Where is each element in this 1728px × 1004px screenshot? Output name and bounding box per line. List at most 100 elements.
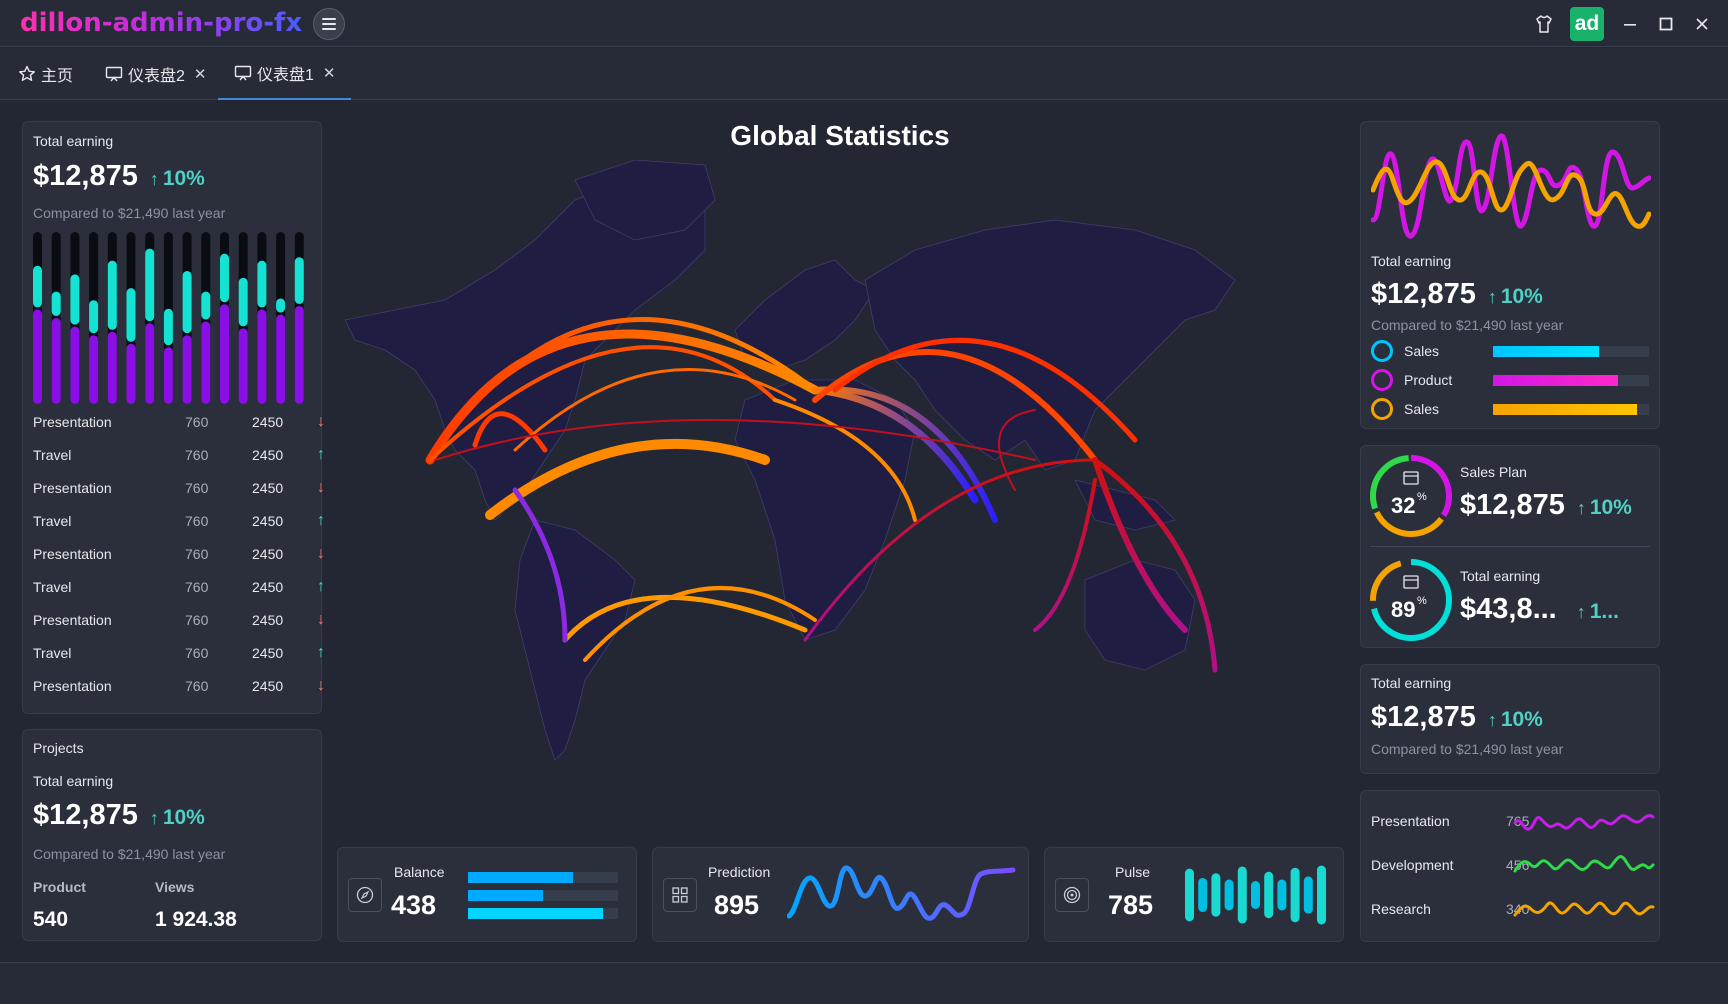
bar-lower bbox=[220, 304, 229, 404]
bar-upper bbox=[89, 300, 99, 334]
sales-plan-card: 32 % Sales Plan $12,875 ↑ 10% 89 % Total… bbox=[1360, 445, 1660, 648]
product-label: Product bbox=[33, 879, 86, 895]
list-item: Travel 760 2450 ↑ bbox=[33, 438, 325, 471]
tab-dashboard2[interactable]: 仪表盘2 ✕ bbox=[105, 48, 206, 100]
list-item: Presentation 760 2450 ↓ bbox=[33, 471, 325, 504]
arrow-down-icon: ↓ bbox=[317, 676, 325, 694]
tab-close-icon[interactable]: ✕ bbox=[323, 64, 336, 82]
item-name: Presentation bbox=[33, 545, 112, 562]
shirt-icon bbox=[1536, 14, 1552, 33]
star-icon bbox=[18, 65, 36, 83]
card-title: Total earning bbox=[33, 133, 114, 149]
compare-text: Compared to $21,490 last year bbox=[33, 846, 226, 862]
item-value-b: 2450 bbox=[252, 644, 284, 661]
item-value-a: 760 bbox=[185, 413, 209, 430]
item-value-b: 2450 bbox=[252, 446, 284, 463]
item-name: Travel bbox=[33, 446, 72, 463]
earning-card-left: Total earning $12,875 ↑ 10% Compared to … bbox=[22, 121, 325, 714]
list-item: Presentation 760 2450 ↓ bbox=[33, 537, 325, 570]
avatar[interactable]: ad bbox=[1570, 6, 1604, 41]
compare-text: Compared to $21,490 last year bbox=[1371, 317, 1564, 333]
bar-upper bbox=[294, 257, 304, 304]
bar-lower bbox=[294, 305, 304, 404]
bar-upper bbox=[33, 265, 42, 308]
minimize-button[interactable] bbox=[1612, 0, 1648, 47]
earning-card-right-top: Total earning $12,875 ↑ 10% Compared to … bbox=[1360, 121, 1660, 429]
bar-upper bbox=[70, 274, 80, 325]
arrow-up-icon: ↑ bbox=[317, 643, 325, 661]
prediction-card: Prediction 895 bbox=[652, 847, 1029, 942]
ring-value: 32 bbox=[1391, 493, 1416, 518]
stat-label: Pulse bbox=[1115, 864, 1151, 880]
compare-text: Compared to $21,490 last year bbox=[1371, 741, 1564, 757]
item-name: Presentation bbox=[33, 611, 112, 628]
legend-label: Product bbox=[1404, 372, 1453, 388]
monitor-icon bbox=[234, 64, 252, 82]
activity-label: Development bbox=[1371, 857, 1454, 873]
pulse-bar bbox=[1317, 865, 1326, 925]
ring-value: 89 bbox=[1391, 597, 1416, 622]
world-map bbox=[344, 160, 1236, 761]
tab-label: 仪表盘2 bbox=[128, 68, 185, 85]
bar-lower bbox=[276, 314, 286, 404]
up-arrow-icon: ↑ bbox=[1576, 602, 1586, 622]
tab-label: 主页 bbox=[41, 68, 74, 85]
map-title: Global Statistics bbox=[730, 120, 950, 151]
list-item: Travel 760 2450 ↑ bbox=[33, 570, 325, 603]
up-arrow-icon: ↑ bbox=[149, 169, 159, 189]
pulse-bar bbox=[1277, 879, 1287, 911]
card-title: Total earning bbox=[1371, 675, 1452, 691]
up-arrow-icon: ↑ bbox=[149, 808, 159, 828]
card-subtitle: Total earning bbox=[33, 773, 114, 789]
item-value-b: 2450 bbox=[252, 677, 284, 694]
projects-card: Projects Total earning $12,875 ↑ 10% Com… bbox=[22, 729, 322, 941]
bar-fill bbox=[468, 908, 603, 919]
bar-upper bbox=[126, 288, 136, 342]
compare-text: Compared to $21,490 last year bbox=[33, 205, 226, 221]
growth-pct: 10% bbox=[1500, 708, 1543, 731]
tab-label: 仪表盘1 bbox=[257, 67, 314, 84]
list-item: Presentation 760 2450 ↓ bbox=[33, 603, 325, 636]
bar-lower bbox=[126, 343, 136, 404]
sales-plan-title: Sales Plan bbox=[1460, 464, 1527, 480]
earning-value: $12,875 bbox=[1371, 278, 1476, 310]
divider bbox=[1370, 546, 1650, 547]
item-name: Presentation bbox=[33, 677, 112, 694]
item-value-a: 760 bbox=[185, 446, 209, 463]
card-title: Total earning bbox=[1371, 253, 1452, 269]
item-value-a: 760 bbox=[185, 611, 209, 628]
views-value: 1 924.38 bbox=[155, 908, 237, 931]
tab-close-icon[interactable]: ✕ bbox=[194, 65, 207, 83]
item-value-a: 760 bbox=[185, 545, 209, 562]
bar-lower bbox=[182, 335, 192, 404]
item-name: Travel bbox=[33, 578, 72, 595]
item-value-b: 2450 bbox=[252, 413, 284, 430]
legend-bar-fill bbox=[1493, 375, 1618, 386]
close-icon bbox=[1696, 17, 1708, 30]
tab-bar: 主页 仪表盘2 ✕ 仪表盘1 ✕ bbox=[0, 48, 1728, 100]
card-title: Projects bbox=[33, 740, 84, 756]
legend-label: Sales bbox=[1404, 401, 1440, 417]
pulse-bar bbox=[1224, 879, 1234, 911]
menu-button[interactable] bbox=[313, 8, 345, 40]
item-value-b: 2450 bbox=[252, 479, 284, 496]
activity-card: Presentation 765 Development 456 Researc… bbox=[1360, 790, 1660, 942]
maximize-button[interactable] bbox=[1648, 0, 1684, 47]
bar-upper bbox=[276, 298, 286, 313]
list-item: Presentation 760 2450 ↓ bbox=[33, 405, 325, 438]
bar-lower bbox=[238, 328, 248, 404]
pulse-bar-chart bbox=[1185, 865, 1326, 925]
theme-button[interactable] bbox=[1526, 0, 1562, 47]
research-sparkline bbox=[1513, 901, 1655, 917]
item-value-a: 760 bbox=[185, 512, 209, 529]
close-window-button[interactable] bbox=[1684, 0, 1720, 47]
monitor-icon bbox=[105, 65, 123, 83]
hamburger-icon bbox=[322, 18, 336, 30]
legend-ring-icon bbox=[1371, 369, 1393, 391]
tab-home[interactable]: 主页 bbox=[18, 48, 73, 100]
legend-bar-fill bbox=[1493, 346, 1600, 357]
growth-pct: 10% bbox=[1500, 285, 1543, 308]
prediction-sparkline bbox=[787, 865, 1016, 921]
up-arrow-icon: ↑ bbox=[1576, 498, 1586, 518]
tab-dashboard1[interactable]: 仪表盘1 ✕ bbox=[218, 48, 352, 100]
